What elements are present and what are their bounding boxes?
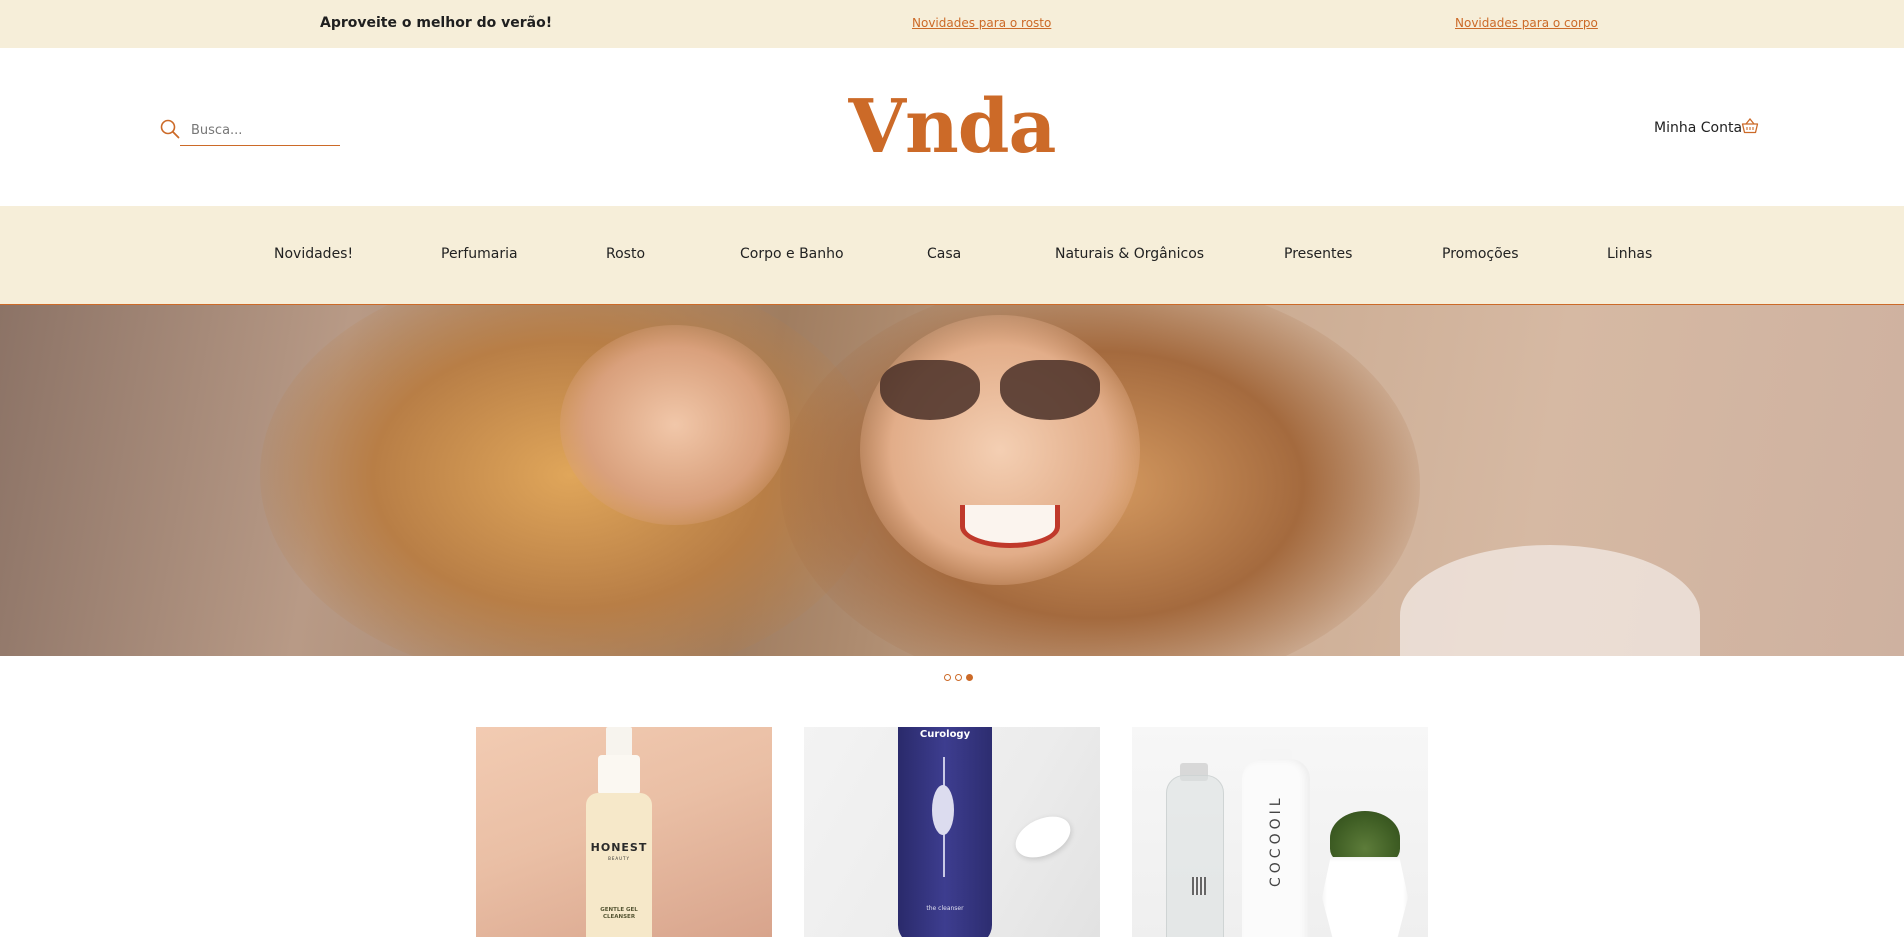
bottle-pump (606, 727, 632, 757)
product-brand-sub: BEAUTY (608, 856, 630, 861)
main-nav: Novidades! Perfumaria Rosto Corpo e Banh… (0, 206, 1904, 305)
nav-item-promocoes[interactable]: Promoções (1442, 246, 1519, 262)
hero-banner-image[interactable] (0, 305, 1904, 656)
product-brand: HONEST (590, 841, 648, 854)
product-brand: COCOOIL (1268, 794, 1284, 887)
product-card-curology-cleanser[interactable]: Curology the cleanser (804, 727, 1100, 937)
hero-face-left (560, 325, 790, 525)
carousel-dot-1[interactable] (944, 674, 951, 681)
succulent-plant (1330, 811, 1400, 865)
product-card-honest-cleanser[interactable]: HONEST BEAUTY GENTLE GEL CLEANSER (476, 727, 772, 937)
nav-item-presentes[interactable]: Presentes (1284, 246, 1352, 262)
carousel-dots (944, 666, 977, 681)
brand-logo[interactable]: Vnda (0, 84, 1904, 170)
hero-sunglasses-right-lens (1000, 360, 1100, 420)
tube-decoration-drop (932, 785, 954, 835)
nav-item-linhas[interactable]: Linhas (1607, 246, 1652, 262)
hero-smile (960, 505, 1060, 548)
glass-bottle-barcode (1192, 877, 1206, 895)
nav-item-casa[interactable]: Casa (927, 246, 961, 262)
carousel-dot-2[interactable] (955, 674, 962, 681)
nav-item-novidades[interactable]: Novidades! (274, 246, 353, 262)
announcement-bar: Aproveite o melhor do verão! Novidades p… (0, 0, 1904, 48)
nav-item-perfumaria[interactable]: Perfumaria (441, 246, 518, 262)
my-account-link[interactable]: Minha Conta (1654, 120, 1742, 136)
carousel-dot-3[interactable] (966, 674, 973, 681)
bottle-neck (598, 755, 640, 795)
plant-pot (1322, 857, 1408, 937)
product-brand: Curology (919, 729, 971, 740)
product-card-cocooil[interactable]: COCOOIL (1132, 727, 1428, 937)
hero-sunglasses-left-lens (880, 360, 980, 420)
product-label: the cleanser (926, 905, 964, 912)
link-body-novelties[interactable]: Novidades para o corpo (1455, 16, 1598, 30)
link-face-novelties[interactable]: Novidades para o rosto (912, 16, 1051, 30)
cream-swatch (1009, 808, 1077, 866)
glass-bottle (1166, 775, 1224, 937)
hero-shirt (1400, 545, 1700, 656)
nav-item-naturais-organicos[interactable]: Naturais & Orgânicos (1055, 246, 1204, 262)
product-label: GENTLE GEL CLEANSER (600, 907, 638, 920)
shopping-basket-icon[interactable] (1741, 118, 1759, 134)
nav-item-corpo-e-banho[interactable]: Corpo e Banho (740, 246, 844, 262)
nav-item-rosto[interactable]: Rosto (606, 246, 645, 262)
promo-text: Aproveite o melhor do verão! (320, 15, 553, 31)
